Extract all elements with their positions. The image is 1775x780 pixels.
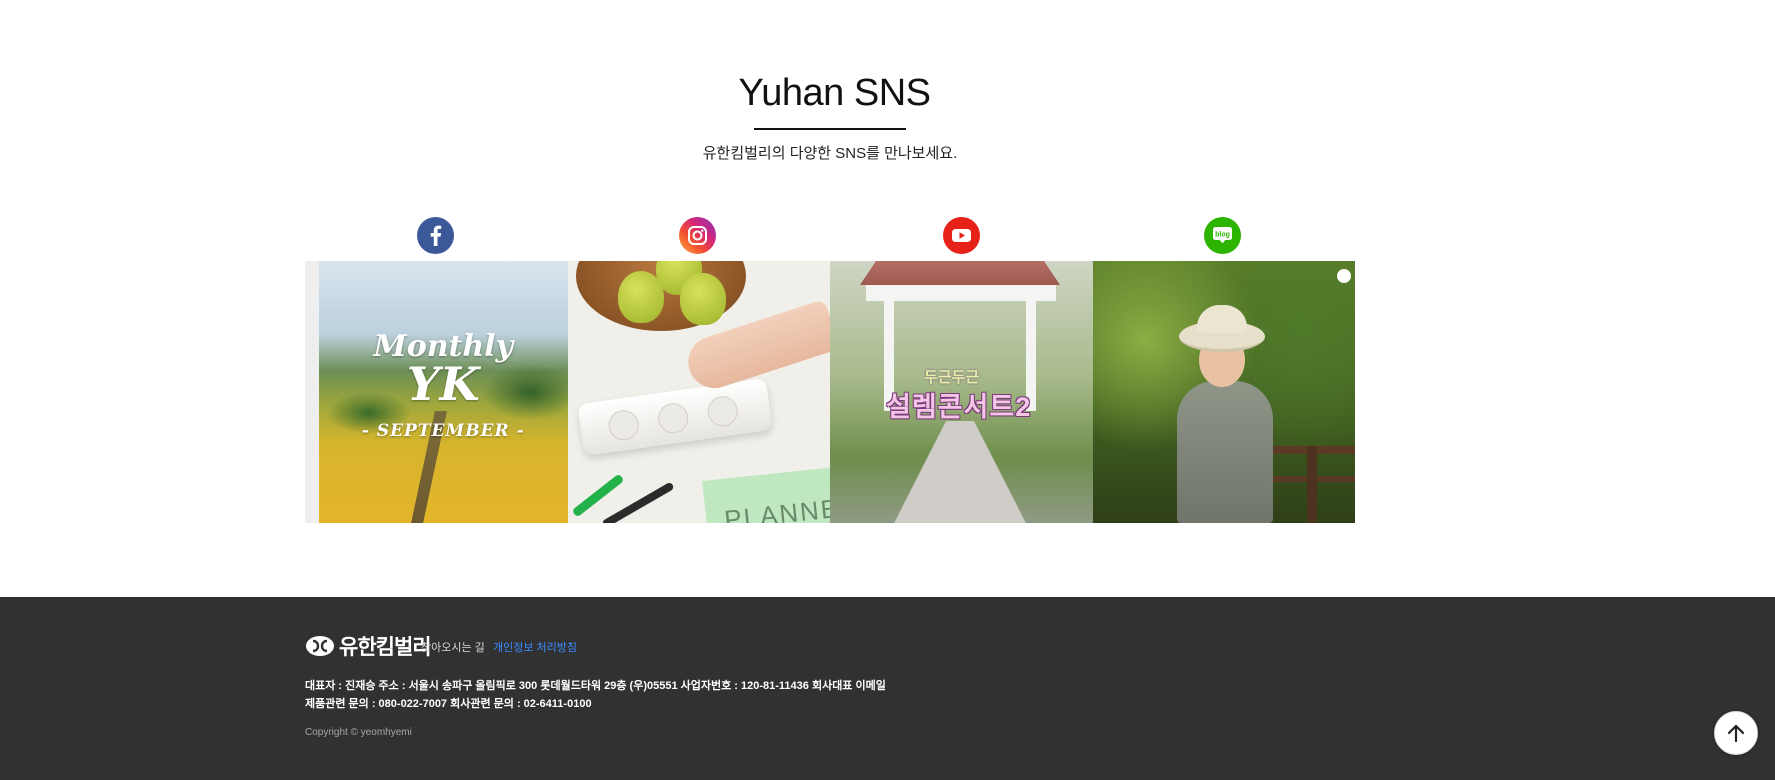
blog-post-tile[interactable] <box>1092 261 1355 523</box>
tile-pear-decoration <box>679 273 726 325</box>
footer-brand: 유한킴벌리 <box>339 636 432 659</box>
yuhan-logo-icon <box>306 636 334 656</box>
instagram-icon <box>688 226 707 245</box>
tile-power-strip <box>576 378 773 456</box>
sns-section: Yuhan SNS 유한킴벌리의 다양한 SNS를 만나보세요. blog Mo… <box>0 0 1775 597</box>
tile-planner-text: PLANNE <box>722 492 830 523</box>
tile-logo-text: YK <box>406 357 480 411</box>
tile-gazebo-eave <box>866 285 1056 301</box>
tile-socket <box>655 401 690 436</box>
tile-caption-big: 설렘콘서트2 <box>886 392 1032 422</box>
tile-planner: PLANNE <box>701 465 830 523</box>
blog-icon-text: blog <box>1215 232 1230 239</box>
youtube-post-tile[interactable]: 두근두근 설렘콘서트2 <box>830 261 1093 523</box>
section-subtitle: 유한킴벌리의 다양한 SNS를 만나보세요. <box>702 145 958 162</box>
tile-gazebo-roof <box>860 261 1060 285</box>
sns-feed: Monthly YK - SEPTEMBER - PLANNE 두근두근 설렘콘… <box>305 261 1355 523</box>
tile-person-body <box>1176 381 1273 523</box>
company-info: 대표자 : 진재승 주소 : 서울시 송파구 올림픽로 300 롯데월드타워 2… <box>305 680 886 692</box>
tile-pen-decoration <box>571 473 624 518</box>
tile-pear-decoration <box>617 271 664 323</box>
tile-socket <box>705 394 740 429</box>
title-underline <box>754 128 906 130</box>
instagram-button[interactable] <box>679 217 716 254</box>
facebook-button[interactable] <box>417 217 454 254</box>
tile-socket <box>606 408 641 443</box>
tile-person-hat-top <box>1196 305 1247 333</box>
contact-info: 제품관련 문의 : 080-022-7007 회사관련 문의 : 02-6411… <box>305 698 592 710</box>
tile-railing-post <box>1306 446 1317 523</box>
arrow-up-icon <box>1727 724 1745 743</box>
youtube-button[interactable] <box>943 217 980 254</box>
tile-walkway <box>890 421 1030 523</box>
youtube-icon <box>952 229 971 242</box>
blog-button[interactable]: blog <box>1204 217 1241 254</box>
site-footer: 유한킴벌리 찾아오시는 길 개인정보 처리방침 대표자 : 진재승 주소 : 서… <box>0 597 1775 780</box>
copyright: Copyright © yeomhyemi <box>305 727 412 738</box>
footer-logo[interactable]: 유한킴벌리 <box>305 631 432 661</box>
facebook-post-tile[interactable]: Monthly YK - SEPTEMBER - <box>305 261 568 523</box>
directions-link[interactable]: 찾아오시는 길 <box>421 639 485 655</box>
section-title: Yuhan SNS <box>738 72 931 114</box>
blog-icon: blog <box>1213 227 1232 244</box>
tile-caption-small: 두근두근 <box>924 369 980 386</box>
scroll-to-top-button[interactable] <box>1714 711 1758 755</box>
privacy-policy-link[interactable]: 개인정보 처리방침 <box>493 639 577 655</box>
tile-month: - SEPTEMBER - <box>361 421 525 441</box>
tile-watermark-logo <box>1337 269 1351 283</box>
instagram-post-tile[interactable]: PLANNE <box>567 261 830 523</box>
facebook-icon <box>430 225 442 246</box>
